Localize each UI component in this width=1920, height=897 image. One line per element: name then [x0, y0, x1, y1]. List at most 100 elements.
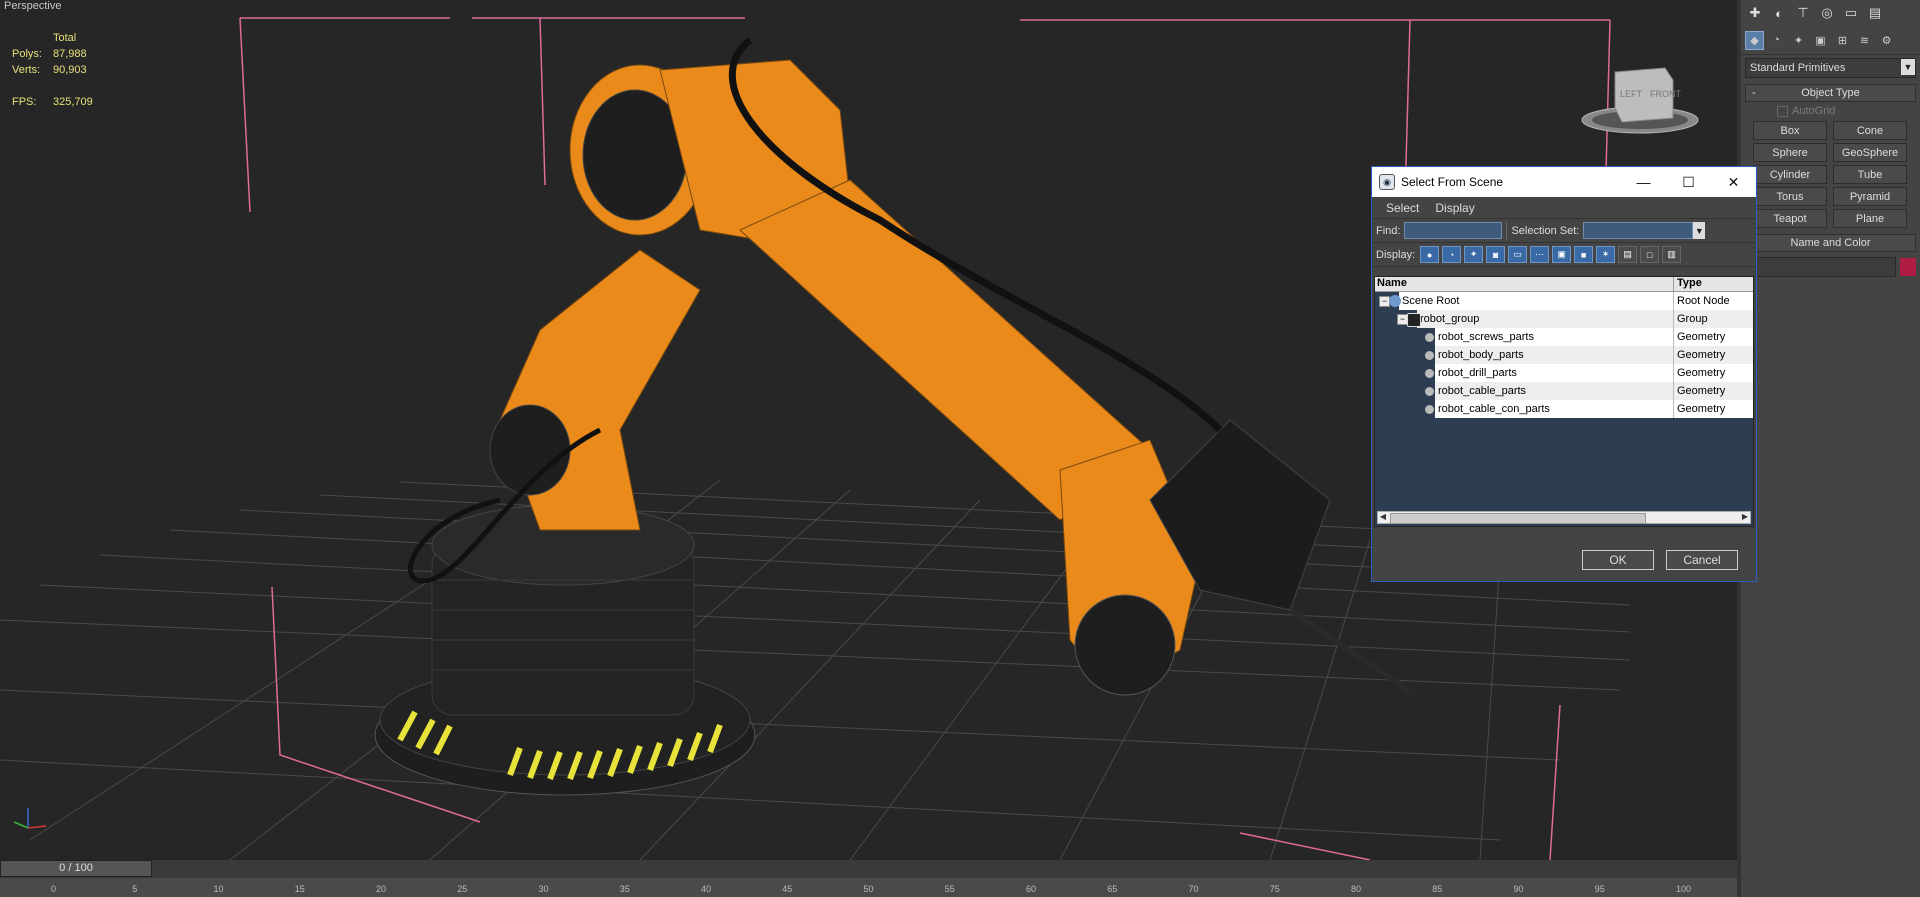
- geometry-filter-icon[interactable]: ●: [1420, 246, 1440, 263]
- chevron-down-icon[interactable]: ▼: [1693, 222, 1706, 239]
- torus-button[interactable]: Torus: [1753, 187, 1827, 206]
- cone-button[interactable]: Cone: [1833, 121, 1907, 140]
- list-item[interactable]: − robot_group Group: [1375, 310, 1753, 328]
- name-cell[interactable]: robot_cable_parts: [1375, 382, 1673, 400]
- viewcube-front-face[interactable]: FRONT: [1650, 89, 1681, 99]
- name-cell[interactable]: robot_screws_parts: [1375, 328, 1673, 346]
- timeline-tick-label: 100: [1676, 884, 1692, 894]
- object-color-swatch[interactable]: [1900, 258, 1916, 276]
- menu-select[interactable]: Select: [1378, 201, 1427, 215]
- groups-filter-icon[interactable]: ▣: [1552, 246, 1572, 263]
- timeline-tick-label: 35: [619, 884, 630, 894]
- systems-icon[interactable]: ⚙: [1877, 31, 1896, 50]
- checkbox-icon[interactable]: [1777, 105, 1788, 117]
- ok-button[interactable]: OK: [1582, 550, 1654, 570]
- name-column-header[interactable]: Name: [1375, 277, 1674, 291]
- geometry-icon: [1425, 369, 1434, 378]
- selection-set-input[interactable]: [1583, 222, 1694, 239]
- list-item[interactable]: − Scene Root Root Node: [1375, 292, 1753, 310]
- pyramid-button[interactable]: Pyramid: [1833, 187, 1907, 206]
- timeline-tick-label: 65: [1107, 884, 1118, 894]
- viewcube-left-face[interactable]: LEFT: [1620, 89, 1643, 99]
- list-item[interactable]: robot_cable_parts Geometry: [1375, 382, 1753, 400]
- scroll-left-icon[interactable]: ◀: [1378, 512, 1388, 521]
- autogrid-checkbox[interactable]: AutoGrid: [1777, 105, 1920, 117]
- tube-button[interactable]: Tube: [1833, 165, 1907, 184]
- viewcube[interactable]: LEFT FRONT: [1580, 60, 1700, 140]
- timeline-tick-label: 20: [376, 884, 387, 894]
- maximize-icon[interactable]: ☐: [1666, 167, 1711, 197]
- chevron-down-icon[interactable]: ▼: [1901, 59, 1915, 75]
- cylinder-button[interactable]: Cylinder: [1753, 165, 1827, 184]
- name-cell[interactable]: − Scene Root: [1375, 292, 1673, 310]
- utilities-icon[interactable]: ▤: [1865, 4, 1885, 22]
- cameras-icon[interactable]: ▣: [1811, 31, 1830, 50]
- spacewarps-filter-icon[interactable]: ⋯: [1530, 246, 1550, 263]
- object-type: Geometry: [1673, 364, 1753, 382]
- spacewarps-icon[interactable]: ≋: [1855, 31, 1874, 50]
- teapot-button[interactable]: Teapot: [1753, 209, 1827, 228]
- collapse-icon[interactable]: -: [1752, 87, 1756, 99]
- lights-icon[interactable]: ✦: [1789, 31, 1808, 50]
- display-invert-icon[interactable]: ▥: [1662, 246, 1682, 263]
- plane-button[interactable]: Plane: [1833, 209, 1907, 228]
- object-type: Geometry: [1673, 382, 1753, 400]
- list-item[interactable]: robot_screws_parts Geometry: [1375, 328, 1753, 346]
- timeline-tick-label: 5: [132, 884, 138, 894]
- bones-filter-icon[interactable]: ✶: [1596, 246, 1616, 263]
- scroll-right-icon[interactable]: ▶: [1740, 512, 1750, 521]
- horizontal-scrollbar[interactable]: ◀ ▶: [1377, 511, 1751, 524]
- create-icon[interactable]: ✚: [1745, 4, 1765, 22]
- name-cell[interactable]: robot_cable_con_parts: [1375, 400, 1673, 418]
- list-item[interactable]: robot_body_parts Geometry: [1375, 346, 1753, 364]
- name-and-color-rollout[interactable]: Name and Color: [1745, 234, 1916, 252]
- shapes-filter-icon[interactable]: ◔: [1442, 246, 1462, 263]
- hierarchy-icon[interactable]: ⊤: [1793, 4, 1813, 22]
- modify-icon[interactable]: ◐: [1769, 4, 1789, 22]
- display-none-icon[interactable]: □: [1640, 246, 1660, 263]
- timeline-tick-label: 10: [213, 884, 224, 894]
- dialog-titlebar[interactable]: ◉ Select From Scene — ☐ ✕: [1372, 167, 1756, 197]
- geosphere-button[interactable]: GeoSphere: [1833, 143, 1907, 162]
- display-filter-row: Display: ● ◔ ✦ ◙ ▭ ⋯ ▣ ■ ✶ ▤ □ ▥: [1372, 243, 1756, 267]
- display-icon[interactable]: ▭: [1841, 4, 1861, 22]
- close-icon[interactable]: ✕: [1711, 167, 1756, 197]
- select-from-scene-dialog: ◉ Select From Scene — ☐ ✕ Select Display…: [1371, 166, 1757, 582]
- shapes-icon[interactable]: ◔: [1767, 31, 1786, 50]
- viewport-label[interactable]: Perspective: [4, 0, 61, 12]
- geometry-icon[interactable]: ◆: [1745, 30, 1764, 50]
- motion-icon[interactable]: ◎: [1817, 4, 1837, 22]
- cancel-button[interactable]: Cancel: [1666, 550, 1738, 570]
- find-row: Find: Selection Set: ▼: [1372, 219, 1756, 243]
- type-column-header[interactable]: Type: [1674, 277, 1753, 291]
- list-item[interactable]: robot_cable_con_parts Geometry: [1375, 400, 1753, 418]
- scene-root-icon: [1389, 295, 1401, 307]
- name-cell[interactable]: − robot_group: [1375, 310, 1673, 328]
- helpers-icon[interactable]: ⊞: [1833, 31, 1852, 50]
- helpers-filter-icon[interactable]: ▭: [1508, 246, 1528, 263]
- name-cell[interactable]: robot_drill_parts: [1375, 364, 1673, 382]
- geometry-icon: [1425, 333, 1434, 342]
- list-item[interactable]: robot_drill_parts Geometry: [1375, 364, 1753, 382]
- xrefs-filter-icon[interactable]: ■: [1574, 246, 1594, 263]
- timeline[interactable]: 0 / 100 0 5 10 15 20 25 30 35 40 45 50 55 60 65 70 75 80…: [0, 860, 1737, 897]
- scroll-thumb[interactable]: [1390, 513, 1646, 524]
- primitive-category-value: Standard Primitives: [1750, 62, 1846, 74]
- object-name: robot_cable_con_parts: [1435, 400, 1673, 418]
- object-type: Geometry: [1673, 400, 1753, 418]
- menu-display[interactable]: Display: [1427, 201, 1482, 215]
- display-all-icon[interactable]: ▤: [1618, 246, 1638, 263]
- box-button[interactable]: Box: [1753, 121, 1827, 140]
- track-bar-ticks: 0 5 10 15 20 25 30 35 40 45 50 55 60 65 70 75 80 85 90 95 10…: [0, 884, 1737, 897]
- name-cell[interactable]: robot_body_parts: [1375, 346, 1673, 364]
- object-type-rollout[interactable]: - Object Type: [1745, 84, 1916, 102]
- primitive-category-select[interactable]: Standard Primitives ▼: [1745, 58, 1916, 78]
- object-name-field[interactable]: [1745, 257, 1896, 277]
- time-slider[interactable]: 0 / 100: [0, 860, 152, 877]
- cameras-filter-icon[interactable]: ◙: [1486, 246, 1506, 263]
- scene-object-list[interactable]: Name Type − Scene Root Root Node − robot_gro…: [1374, 276, 1754, 527]
- minimize-icon[interactable]: —: [1621, 167, 1666, 197]
- lights-filter-icon[interactable]: ✦: [1464, 246, 1484, 263]
- find-input[interactable]: [1404, 222, 1503, 239]
- sphere-button[interactable]: Sphere: [1753, 143, 1827, 162]
